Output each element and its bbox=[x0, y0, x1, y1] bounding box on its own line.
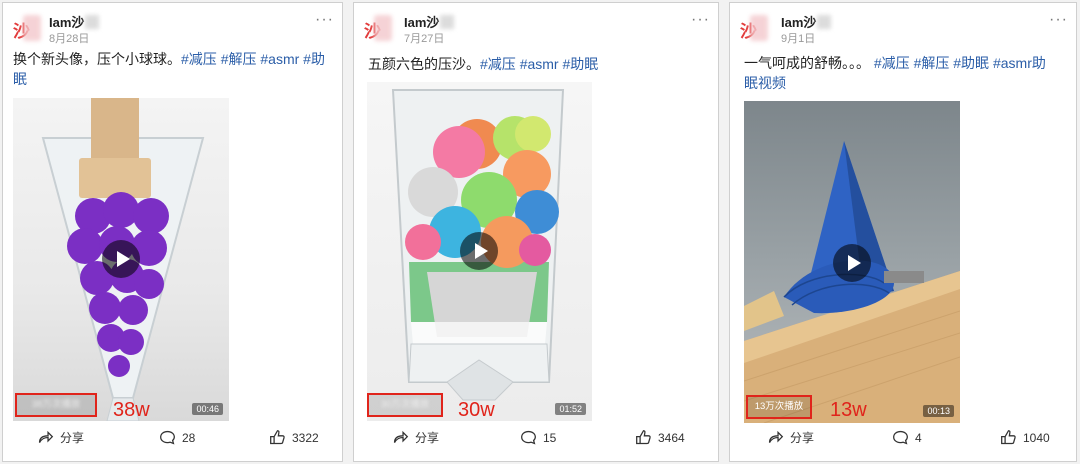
post-date: 8月28日 bbox=[49, 33, 90, 45]
share-icon bbox=[768, 430, 784, 443]
like-button[interactable]: 3464 bbox=[635, 429, 685, 446]
hashtag[interactable]: #asmr bbox=[520, 56, 559, 72]
comment-icon bbox=[521, 430, 536, 445]
post-caption: 换个新头像，压个小球球。#减压 #解压 #asmr #助眠 bbox=[13, 51, 325, 87]
hashtag[interactable]: #助眠 bbox=[562, 56, 598, 72]
post-caption: 五颜六色的压沙。#减压 #asmr #助眠 bbox=[368, 56, 599, 72]
hashtag[interactable]: #减压 bbox=[874, 55, 910, 71]
avatar[interactable]: 沙 bbox=[740, 15, 768, 41]
action-bar: 分享 4 1040 bbox=[730, 429, 1076, 449]
video-duration: 01:52 bbox=[555, 403, 586, 415]
video-thumbnail[interactable]: 38万次播放 00:46 bbox=[13, 98, 229, 421]
view-count: 13万次播放 bbox=[746, 395, 812, 419]
username[interactable]: Iam沙 bbox=[404, 12, 455, 31]
like-button[interactable]: 3322 bbox=[269, 429, 319, 446]
thumbs-up-icon bbox=[636, 430, 651, 445]
more-options-icon[interactable]: ··· bbox=[691, 11, 710, 29]
comment-button[interactable]: 15 bbox=[520, 429, 556, 446]
post-caption: 一气呵成的舒畅。。。 #减压 #解压 #助眠 #asmr助眠视频 bbox=[744, 55, 1046, 91]
view-annotation: 38w bbox=[113, 399, 150, 421]
share-icon bbox=[393, 430, 409, 443]
comment-icon bbox=[893, 430, 908, 445]
play-icon[interactable] bbox=[102, 240, 140, 278]
like-button[interactable]: 1040 bbox=[1000, 429, 1050, 446]
comment-icon bbox=[160, 430, 175, 445]
video-duration: 00:46 bbox=[192, 403, 223, 415]
hashtag[interactable]: #助眠 bbox=[953, 55, 989, 71]
post-date: 7月27日 bbox=[404, 33, 445, 45]
more-options-icon[interactable]: ··· bbox=[1049, 11, 1068, 29]
hashtag[interactable]: #减压 bbox=[181, 51, 217, 67]
share-button[interactable]: 分享 bbox=[37, 429, 84, 446]
action-bar: 分享 15 3464 bbox=[354, 429, 718, 449]
hashtag[interactable]: #asmr bbox=[260, 51, 299, 67]
username[interactable]: Iam沙 bbox=[781, 12, 832, 31]
video-thumbnail[interactable]: 30万次播放 01:52 bbox=[367, 82, 592, 421]
view-annotation: 30w bbox=[458, 399, 495, 421]
thumbs-up-icon bbox=[270, 430, 285, 445]
share-icon bbox=[38, 430, 54, 443]
hashtag[interactable]: #解压 bbox=[221, 51, 257, 67]
view-count: 38万次播放 bbox=[15, 393, 97, 417]
more-options-icon[interactable]: ··· bbox=[315, 11, 334, 29]
play-icon[interactable] bbox=[833, 244, 871, 282]
view-annotation: 13w bbox=[830, 399, 867, 421]
post-card[interactable]: 沙 Iam沙 7月27日 ··· 五颜六色的压沙。#减压 #asmr #助眠 3… bbox=[353, 2, 719, 462]
post-card[interactable]: 沙 Iam沙 9月1日 ··· 一气呵成的舒畅。。。 #减压 #解压 #助眠 #… bbox=[729, 2, 1077, 462]
thumbs-up-icon bbox=[1001, 430, 1016, 445]
avatar[interactable]: 沙 bbox=[13, 15, 41, 41]
username[interactable]: Iam沙 bbox=[49, 12, 100, 31]
video-duration: 00:13 bbox=[923, 405, 954, 417]
share-button[interactable]: 分享 bbox=[767, 429, 814, 446]
hashtag[interactable]: #解压 bbox=[914, 55, 950, 71]
action-bar: 分享 28 3322 bbox=[3, 429, 342, 449]
hashtag[interactable]: #减压 bbox=[480, 56, 516, 72]
view-count: 30万次播放 bbox=[367, 393, 443, 417]
comment-button[interactable]: 4 bbox=[892, 429, 922, 446]
play-icon[interactable] bbox=[460, 232, 498, 270]
share-button[interactable]: 分享 bbox=[392, 429, 439, 446]
video-feed: 沙 Iam沙 8月28日 ··· 换个新头像，压个小球球。#减压 #解压 #as… bbox=[0, 0, 1080, 464]
comment-button[interactable]: 28 bbox=[159, 429, 195, 446]
post-date: 9月1日 bbox=[781, 33, 816, 45]
avatar[interactable]: 沙 bbox=[364, 15, 392, 41]
video-thumbnail[interactable]: 13万次播放 00:13 bbox=[744, 101, 960, 423]
post-card[interactable]: 沙 Iam沙 8月28日 ··· 换个新头像，压个小球球。#减压 #解压 #as… bbox=[2, 2, 343, 462]
